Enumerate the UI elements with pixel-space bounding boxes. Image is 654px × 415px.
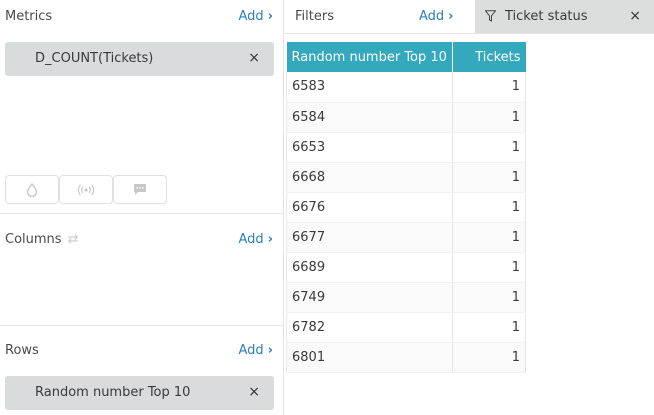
table-row: 6583 1 bbox=[286, 72, 527, 103]
table-cell: 6676 bbox=[286, 192, 453, 223]
rows-add-label: Add bbox=[238, 343, 264, 358]
columns-add-button[interactable]: Add › bbox=[238, 232, 273, 247]
table-cell: 1 bbox=[452, 312, 527, 343]
rows-title: Rows bbox=[5, 343, 39, 358]
table-row: 6668 1 bbox=[286, 162, 527, 193]
column-header-tickets[interactable]: Tickets bbox=[452, 42, 526, 72]
left-panel: Metrics Add › D_COUNT(Tickets) × Columns… bbox=[0, 0, 284, 415]
table-row: 6801 1 bbox=[286, 342, 527, 373]
chevron-right-icon: › bbox=[267, 232, 273, 247]
table-cell: 6677 bbox=[286, 222, 453, 253]
filter-chip[interactable]: Ticket status × bbox=[475, 0, 654, 33]
table-cell: 6583 bbox=[286, 72, 453, 103]
remove-filter-button[interactable]: × bbox=[629, 8, 641, 24]
metrics-title: Metrics bbox=[5, 9, 53, 24]
broadcast-button[interactable] bbox=[59, 175, 113, 204]
metric-option-buttons bbox=[5, 175, 167, 204]
table-cell: 1 bbox=[452, 282, 527, 313]
funnel-icon bbox=[484, 10, 497, 25]
table-header-row: Random number Top 10 Tickets bbox=[286, 42, 526, 72]
column-header-random-number[interactable]: Random number Top 10 bbox=[286, 42, 453, 72]
result-table: Random number Top 10 Tickets 6583 1 6584 1… bbox=[286, 42, 527, 373]
remove-metric-button[interactable]: × bbox=[248, 50, 260, 66]
rows-add-button[interactable]: Add › bbox=[238, 343, 273, 358]
filters-add-button[interactable]: Add › bbox=[419, 9, 454, 24]
table-cell: 1 bbox=[452, 342, 527, 373]
columns-add-label: Add bbox=[238, 232, 264, 247]
metrics-add-button[interactable]: Add › bbox=[238, 9, 273, 24]
table-cell: 1 bbox=[452, 72, 527, 103]
chevron-right-icon: › bbox=[267, 9, 273, 24]
chevron-right-icon: › bbox=[448, 9, 454, 24]
table-cell: 1 bbox=[452, 222, 527, 253]
chevron-right-icon: › bbox=[267, 343, 273, 358]
table-row: 6749 1 bbox=[286, 282, 527, 313]
filters-title: Filters bbox=[295, 9, 334, 24]
table-cell: 6782 bbox=[286, 312, 453, 343]
table-cell: 6749 bbox=[286, 282, 453, 313]
divider bbox=[0, 213, 284, 214]
table-cell: 1 bbox=[452, 252, 527, 283]
broadcast-icon bbox=[77, 184, 95, 195]
comment-icon bbox=[134, 183, 146, 195]
table-cell: 6653 bbox=[286, 132, 453, 163]
columns-title: Columns ⇄ bbox=[5, 232, 78, 247]
table-cell: 1 bbox=[452, 132, 527, 163]
drop-icon bbox=[26, 182, 38, 197]
table-cell: 6689 bbox=[286, 252, 453, 283]
row-pill[interactable]: Random number Top 10 × bbox=[5, 376, 274, 410]
table-row: 6677 1 bbox=[286, 222, 527, 253]
table-row: 6676 1 bbox=[286, 192, 527, 223]
metric-pill-label: D_COUNT(Tickets) bbox=[35, 51, 154, 66]
table-row: 6584 1 bbox=[286, 102, 527, 133]
filters-bar: Filters Add › Ticket status × bbox=[285, 0, 654, 34]
filters-add-label: Add bbox=[419, 9, 445, 24]
filter-chip-label: Ticket status bbox=[505, 9, 588, 24]
table-cell: 1 bbox=[452, 102, 527, 133]
swap-icon[interactable]: ⇄ bbox=[68, 232, 79, 247]
columns-title-label: Columns bbox=[5, 232, 62, 247]
table-row: 6653 1 bbox=[286, 132, 527, 163]
table-cell: 1 bbox=[452, 162, 527, 193]
table-cell: 1 bbox=[452, 192, 527, 223]
row-pill-label: Random number Top 10 bbox=[35, 385, 191, 400]
drop-button[interactable] bbox=[5, 175, 59, 204]
table-row: 6782 1 bbox=[286, 312, 527, 343]
table-cell: 6668 bbox=[286, 162, 453, 193]
metric-pill[interactable]: D_COUNT(Tickets) × bbox=[5, 42, 274, 76]
table-row: 6689 1 bbox=[286, 252, 527, 283]
remove-row-button[interactable]: × bbox=[248, 384, 260, 400]
table-cell: 6584 bbox=[286, 102, 453, 133]
metrics-add-label: Add bbox=[238, 9, 264, 24]
comment-button[interactable] bbox=[113, 175, 167, 204]
table-cell: 6801 bbox=[286, 342, 453, 373]
divider bbox=[0, 325, 284, 326]
